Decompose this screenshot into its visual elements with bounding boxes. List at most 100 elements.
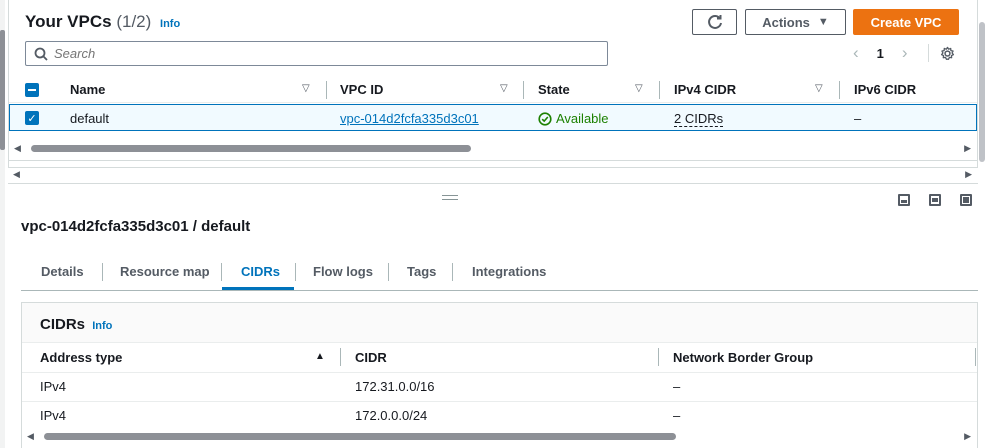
- actions-label: Actions: [762, 14, 810, 30]
- search-box[interactable]: [25, 41, 608, 66]
- scroll-left-icon[interactable]: ◀: [14, 143, 21, 154]
- cidrs-header: CIDRs Info: [22, 303, 977, 343]
- tab-divider: [388, 263, 389, 281]
- cell-network-border-group: –: [673, 408, 681, 423]
- scroll-right-icon[interactable]: ▶: [964, 143, 971, 154]
- tab-divider: [102, 263, 103, 281]
- cell-cidr: 172.0.0.0/24: [355, 408, 428, 423]
- column-divider[interactable]: [659, 81, 660, 99]
- column-address-type[interactable]: Address type: [40, 350, 122, 365]
- cell-address-type: IPv4: [40, 408, 67, 423]
- resize-handle-icon[interactable]: [442, 195, 458, 200]
- check-icon: ✓: [27, 112, 37, 125]
- sort-icon[interactable]: ▽: [815, 83, 823, 94]
- cidrs-horizontal-scrollbar[interactable]: ◀ ▶: [22, 430, 977, 444]
- settings-gear-icon[interactable]: [940, 46, 955, 61]
- panel-horizontal-scrollbar[interactable]: ◀ ▶: [8, 168, 978, 182]
- cell-name: default: [70, 111, 110, 126]
- cell-address-type: IPv4: [40, 379, 67, 394]
- select-all-checkbox[interactable]: [25, 83, 39, 97]
- cidrs-title-text: CIDRs: [40, 316, 86, 333]
- active-tab-indicator: [222, 287, 294, 290]
- cell-cidr: 172.31.0.0/16: [355, 379, 435, 394]
- cidrs-title: CIDRs Info: [40, 316, 112, 333]
- scroll-left-icon[interactable]: ◀: [13, 169, 20, 180]
- column-divider[interactable]: [326, 81, 327, 99]
- sort-icon[interactable]: ▽: [302, 83, 310, 94]
- actions-button[interactable]: Actions ▼: [745, 9, 846, 35]
- create-vpc-label: Create VPC: [870, 14, 942, 30]
- tab-flow-logs[interactable]: Flow logs: [313, 264, 373, 279]
- row-divider: [22, 372, 977, 373]
- column-divider[interactable]: [975, 348, 976, 366]
- search-input[interactable]: [54, 46, 594, 61]
- page-scrollbar-thumb[interactable]: [0, 30, 5, 150]
- prev-page-icon[interactable]: ‹: [853, 43, 859, 63]
- tab-resource-map[interactable]: Resource map: [120, 264, 210, 279]
- column-state[interactable]: State: [538, 82, 570, 97]
- cell-vpc-id-link[interactable]: vpc-014d2fcfa335d3c01: [340, 111, 479, 126]
- search-icon: [34, 47, 48, 61]
- layout-full-icon[interactable]: [960, 194, 972, 206]
- caret-down-icon: ▼: [817, 16, 829, 28]
- scrollbar-thumb[interactable]: [31, 145, 471, 152]
- tab-cidrs[interactable]: CIDRs: [241, 264, 280, 279]
- state-text: Available: [556, 111, 609, 126]
- column-divider[interactable]: [340, 348, 341, 366]
- table-row[interactable]: ✓ default vpc-014d2fcfa335d3c01 Availabl…: [9, 104, 977, 131]
- column-name[interactable]: Name: [70, 82, 105, 97]
- split-panel-divider: [8, 183, 978, 184]
- row-checkbox[interactable]: ✓: [25, 111, 39, 125]
- tab-details[interactable]: Details: [41, 264, 84, 279]
- table-horizontal-scrollbar[interactable]: ◀ ▶: [9, 142, 977, 156]
- page-scrollbar-right[interactable]: [978, 0, 986, 448]
- column-vpc-id[interactable]: VPC ID: [340, 82, 383, 97]
- page-scrollbar-left[interactable]: [0, 0, 5, 448]
- create-vpc-button[interactable]: Create VPC: [853, 9, 959, 35]
- layout-side-icon[interactable]: [929, 194, 941, 206]
- column-ipv4-cidr[interactable]: IPv4 CIDR: [674, 82, 736, 97]
- tab-divider: [295, 263, 296, 281]
- tab-divider: [452, 263, 453, 281]
- refresh-icon: [707, 14, 722, 29]
- refresh-button[interactable]: [692, 9, 737, 35]
- cidrs-container: CIDRs Info Address type ▲ CIDR Network B…: [21, 302, 978, 448]
- selection-count: (1/2): [116, 12, 152, 31]
- pager-divider: [928, 44, 929, 62]
- detail-title: vpc-014d2fcfa335d3c01 / default: [21, 218, 251, 235]
- tab-integrations[interactable]: Integrations: [472, 264, 546, 279]
- layout-bottom-icon[interactable]: [898, 194, 910, 206]
- tab-divider: [221, 263, 222, 281]
- cell-ipv6-cidr: –: [854, 111, 862, 126]
- cell-state: Available: [538, 111, 609, 126]
- column-cidr[interactable]: CIDR: [355, 350, 387, 365]
- current-page[interactable]: 1: [877, 46, 884, 61]
- scroll-right-icon[interactable]: ▶: [965, 169, 972, 180]
- pagination: ‹ 1 ›: [853, 43, 908, 63]
- sort-ascending-icon[interactable]: ▲: [315, 351, 325, 362]
- minus-icon: [28, 89, 36, 91]
- page-title: Your VPCs (1/2) Info: [25, 12, 180, 32]
- info-link[interactable]: Info: [160, 18, 180, 30]
- next-page-icon[interactable]: ›: [902, 43, 908, 63]
- tab-tags[interactable]: Tags: [407, 264, 436, 279]
- cidrs-info-link[interactable]: Info: [92, 320, 112, 332]
- row-divider: [22, 401, 977, 402]
- scrollbar-thumb[interactable]: [44, 433, 676, 440]
- column-network-border-group[interactable]: Network Border Group: [673, 350, 813, 365]
- divider: [8, 160, 978, 161]
- column-divider[interactable]: [839, 81, 840, 99]
- column-divider[interactable]: [523, 81, 524, 99]
- page-scrollbar-right-thumb[interactable]: [979, 22, 985, 162]
- detail-tabs: Details Resource map CIDRs Flow logs Tag…: [21, 256, 978, 291]
- column-ipv6-cidr[interactable]: IPv6 CIDR: [854, 82, 916, 97]
- sort-icon[interactable]: ▽: [500, 83, 508, 94]
- scroll-right-icon[interactable]: ▶: [964, 431, 971, 442]
- page-title-text: Your VPCs: [25, 12, 112, 31]
- cell-ipv4-cidr[interactable]: 2 CIDRs: [674, 111, 724, 127]
- scroll-left-icon[interactable]: ◀: [27, 431, 34, 442]
- cell-network-border-group: –: [673, 379, 681, 394]
- sort-icon[interactable]: ▽: [635, 83, 643, 94]
- column-divider[interactable]: [658, 348, 659, 366]
- vpc-table-header: Name ▽ VPC ID ▽ State ▽ IPv4 CIDR ▽ IPv6…: [9, 77, 977, 103]
